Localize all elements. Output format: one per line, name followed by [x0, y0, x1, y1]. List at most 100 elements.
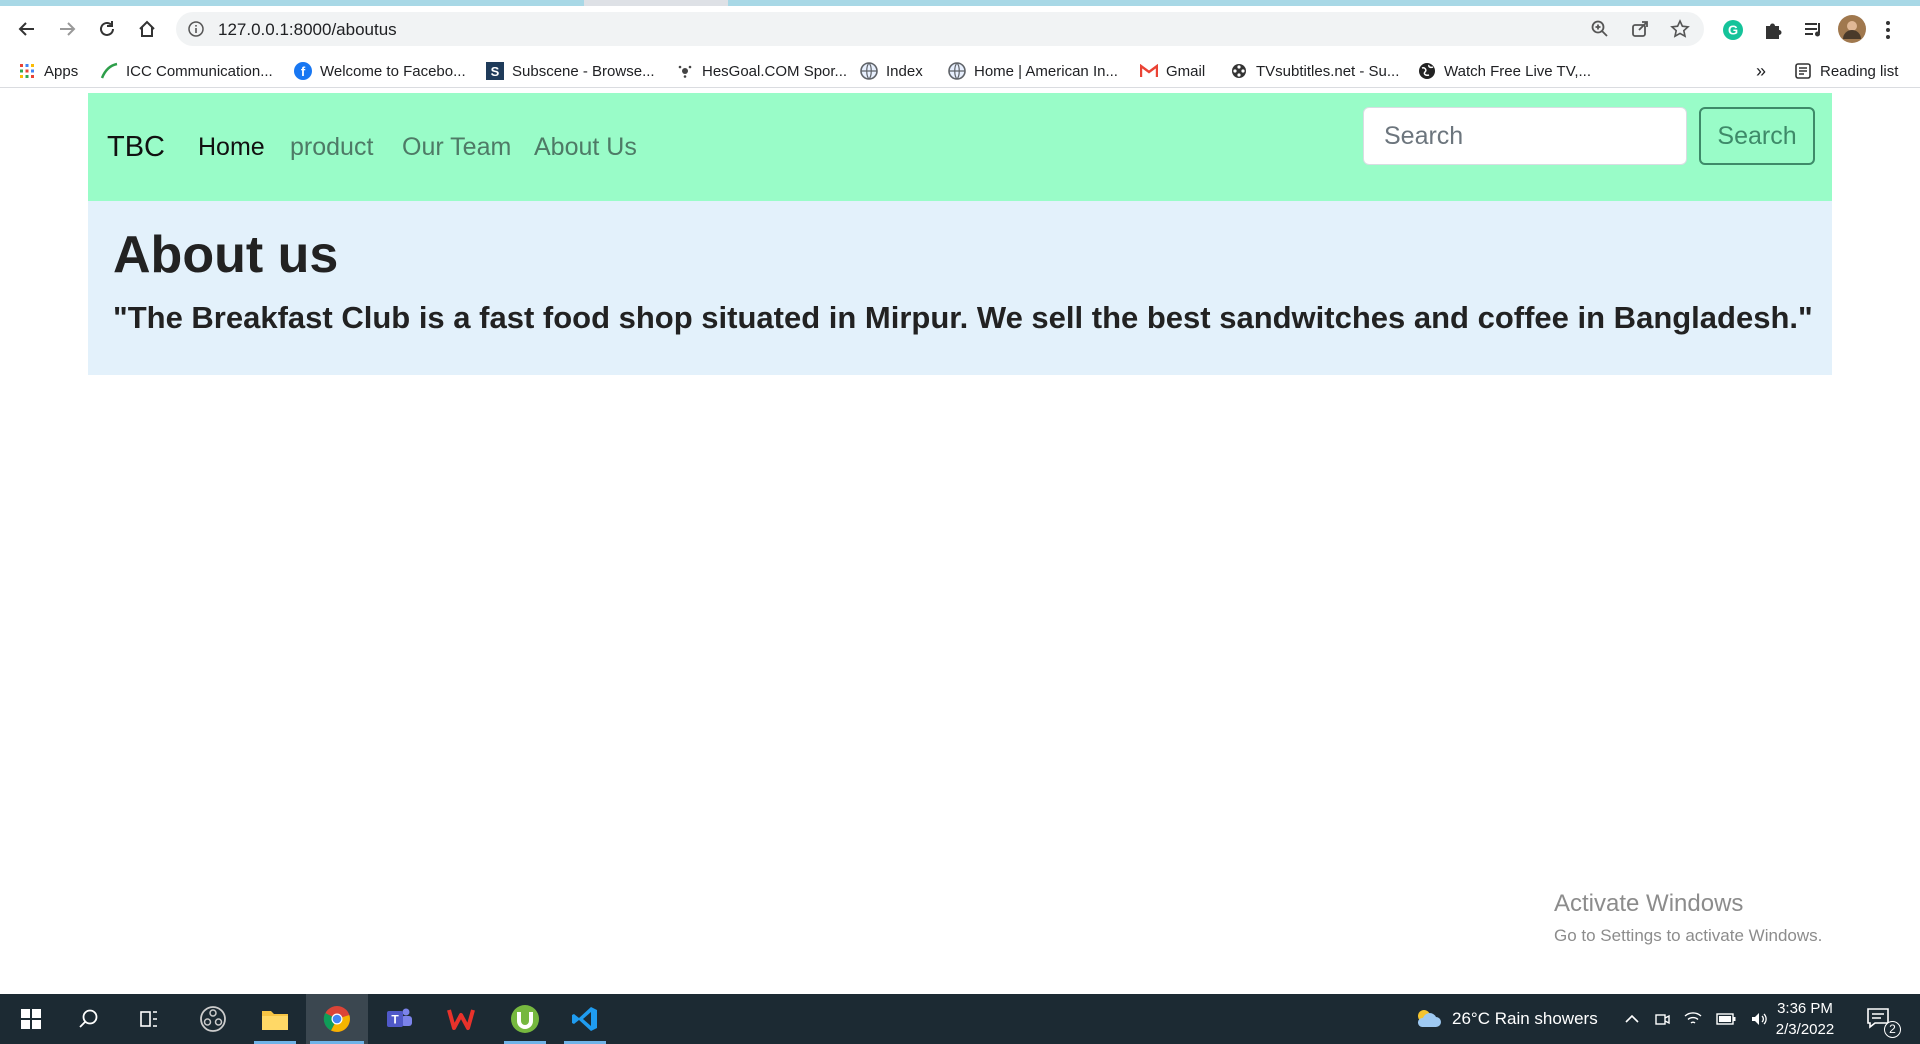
- bookmark-label: HesGoal.COM Spor...: [702, 62, 848, 80]
- notification-count-badge: 2: [1884, 1021, 1901, 1038]
- bookmark-label: Welcome to Facebo...: [320, 62, 466, 80]
- utorrent-icon: [511, 1005, 539, 1033]
- chrome-menu-icon[interactable]: [1884, 19, 1892, 46]
- task-view-button[interactable]: [124, 994, 174, 1044]
- start-button[interactable]: [6, 994, 56, 1044]
- meet-now-icon[interactable]: [1654, 1011, 1670, 1027]
- bookmark-label: Gmail: [1166, 62, 1206, 80]
- bookmark-label: Subscene - Browse...: [512, 62, 655, 80]
- facebook-icon: f: [294, 62, 312, 80]
- battery-icon[interactable]: [1716, 1012, 1736, 1026]
- ball-icon: [676, 62, 694, 80]
- site-info-icon[interactable]: [188, 21, 204, 42]
- reload-icon: [100, 21, 114, 36]
- nav-about-us[interactable]: About Us: [534, 133, 637, 162]
- bookmark-hesgoal[interactable]: HesGoal.COM Spor...: [676, 61, 847, 81]
- overflow-label: »: [1756, 60, 1767, 81]
- taskbar-app-wps[interactable]: [436, 994, 486, 1044]
- clock-date: 2/3/2022: [1775, 1021, 1835, 1038]
- vscode-icon: [572, 1007, 597, 1031]
- search-icon: [79, 1009, 98, 1028]
- search-button[interactable]: Search: [1699, 107, 1815, 165]
- wps-icon: [447, 1009, 475, 1030]
- bookmark-subscene[interactable]: S Subscene - Browse...: [486, 61, 655, 81]
- bookmark-icc[interactable]: ICC Communication...: [100, 61, 273, 81]
- world-icon: [1418, 62, 1436, 80]
- clock[interactable]: 3:36 PM 2/3/2022: [1768, 994, 1842, 1044]
- system-tray-icons: [1624, 994, 1768, 1044]
- obs-icon: [200, 1006, 226, 1032]
- zoom-icon[interactable]: [1590, 19, 1610, 44]
- globe-icon: [948, 62, 966, 80]
- about-description: "The Breakfast Club is a fast food shop …: [113, 300, 1813, 335]
- weather-text: 26°C Rain showers: [1452, 1009, 1598, 1028]
- bookmark-tvsubtitles[interactable]: TVsubtitles.net - Su...: [1230, 61, 1399, 81]
- svg-text:T: T: [391, 1013, 399, 1027]
- grammarly-icon[interactable]: G: [1722, 19, 1744, 46]
- nav-our-team[interactable]: Our Team: [402, 133, 511, 162]
- browser-toolbar: 127.0.0.1:8000/aboutus G: [0, 6, 1920, 52]
- search-input[interactable]: [1363, 107, 1687, 165]
- about-section: About us "The Breakfast Club is a fast f…: [88, 201, 1832, 375]
- watermark-subtitle: Go to Settings to activate Windows.: [1554, 926, 1823, 945]
- bookmark-apps[interactable]: Apps: [18, 61, 78, 81]
- taskbar-app-utorrent[interactable]: [500, 994, 550, 1044]
- svg-text:f: f: [301, 64, 306, 79]
- taskbar-app-teams[interactable]: T: [374, 994, 424, 1044]
- windows-taskbar: T 26°C Rain showers 3:36 PM 2/3/2022 2: [0, 994, 1920, 1044]
- volume-icon[interactable]: [1750, 1011, 1768, 1027]
- bookmark-label: Index: [886, 62, 923, 80]
- back-button[interactable]: [12, 14, 42, 44]
- chevron-up-icon[interactable]: [1624, 1011, 1640, 1027]
- extensions-puzzle-icon[interactable]: [1762, 19, 1784, 46]
- nav-home[interactable]: Home: [198, 133, 265, 162]
- profile-avatar[interactable]: [1838, 15, 1866, 48]
- bookmark-label: TVsubtitles.net - Su...: [1256, 62, 1400, 80]
- taskbar-app-chrome[interactable]: [306, 994, 368, 1044]
- url-text[interactable]: 127.0.0.1:8000/aboutus: [218, 20, 397, 40]
- weather-widget[interactable]: 26°C Rain showers: [1414, 994, 1598, 1044]
- svg-text:G: G: [1728, 23, 1738, 38]
- forward-button[interactable]: [52, 14, 82, 44]
- taskbar-app-file-explorer[interactable]: [250, 994, 300, 1044]
- folder-icon: [262, 1011, 288, 1030]
- bookmark-label: Apps: [44, 62, 79, 80]
- brand-logo[interactable]: TBC: [107, 131, 165, 164]
- bookmark-label: Home | American In...: [974, 62, 1118, 80]
- apps-grid-icon: [18, 62, 36, 80]
- notification-center-button[interactable]: 2: [1866, 994, 1901, 1044]
- wifi-icon[interactable]: [1684, 1011, 1702, 1027]
- back-arrow-icon: [18, 22, 34, 36]
- watermark-title: Activate Windows: [1554, 890, 1744, 917]
- gmail-icon: [1140, 62, 1158, 80]
- icc-icon: [100, 62, 118, 80]
- media-control-icon[interactable]: [1802, 19, 1824, 46]
- reload-button[interactable]: [92, 14, 122, 44]
- svg-text:S: S: [491, 64, 500, 79]
- share-icon[interactable]: [1630, 19, 1650, 44]
- globe-icon: [860, 62, 878, 80]
- activate-windows-watermark: Activate Windows Go to Settings to activ…: [1554, 890, 1822, 946]
- bookmark-facebook[interactable]: f Welcome to Facebo...: [294, 61, 466, 81]
- reading-list-icon: [1794, 62, 1812, 80]
- taskbar-search-button[interactable]: [64, 994, 114, 1044]
- bookmark-label: Watch Free Live TV,...: [1444, 62, 1592, 80]
- bookmarks-overflow-button[interactable]: »: [1756, 61, 1766, 81]
- reading-list-button[interactable]: Reading list: [1794, 61, 1898, 81]
- bookmark-index[interactable]: Index: [860, 61, 923, 81]
- taskbar-app-obs[interactable]: [188, 994, 238, 1044]
- home-button[interactable]: [132, 14, 162, 44]
- bookmarks-bar: Apps ICC Communication... f Welcome to F…: [0, 52, 1920, 88]
- bookmark-star-icon[interactable]: [1670, 19, 1690, 44]
- bookmark-gmail[interactable]: Gmail: [1140, 61, 1205, 81]
- film-icon: [1230, 62, 1248, 80]
- clock-time: 3:36 PM: [1777, 1000, 1833, 1017]
- task-view-icon: [140, 1011, 157, 1027]
- bookmark-watchtv[interactable]: Watch Free Live TV,...: [1418, 61, 1591, 81]
- nav-product[interactable]: product: [290, 133, 373, 162]
- home-icon: [139, 20, 155, 37]
- taskbar-app-vscode[interactable]: [560, 994, 610, 1044]
- bookmark-american[interactable]: Home | American In...: [948, 61, 1118, 81]
- chrome-icon: [323, 1006, 350, 1032]
- address-bar[interactable]: 127.0.0.1:8000/aboutus: [176, 12, 1704, 46]
